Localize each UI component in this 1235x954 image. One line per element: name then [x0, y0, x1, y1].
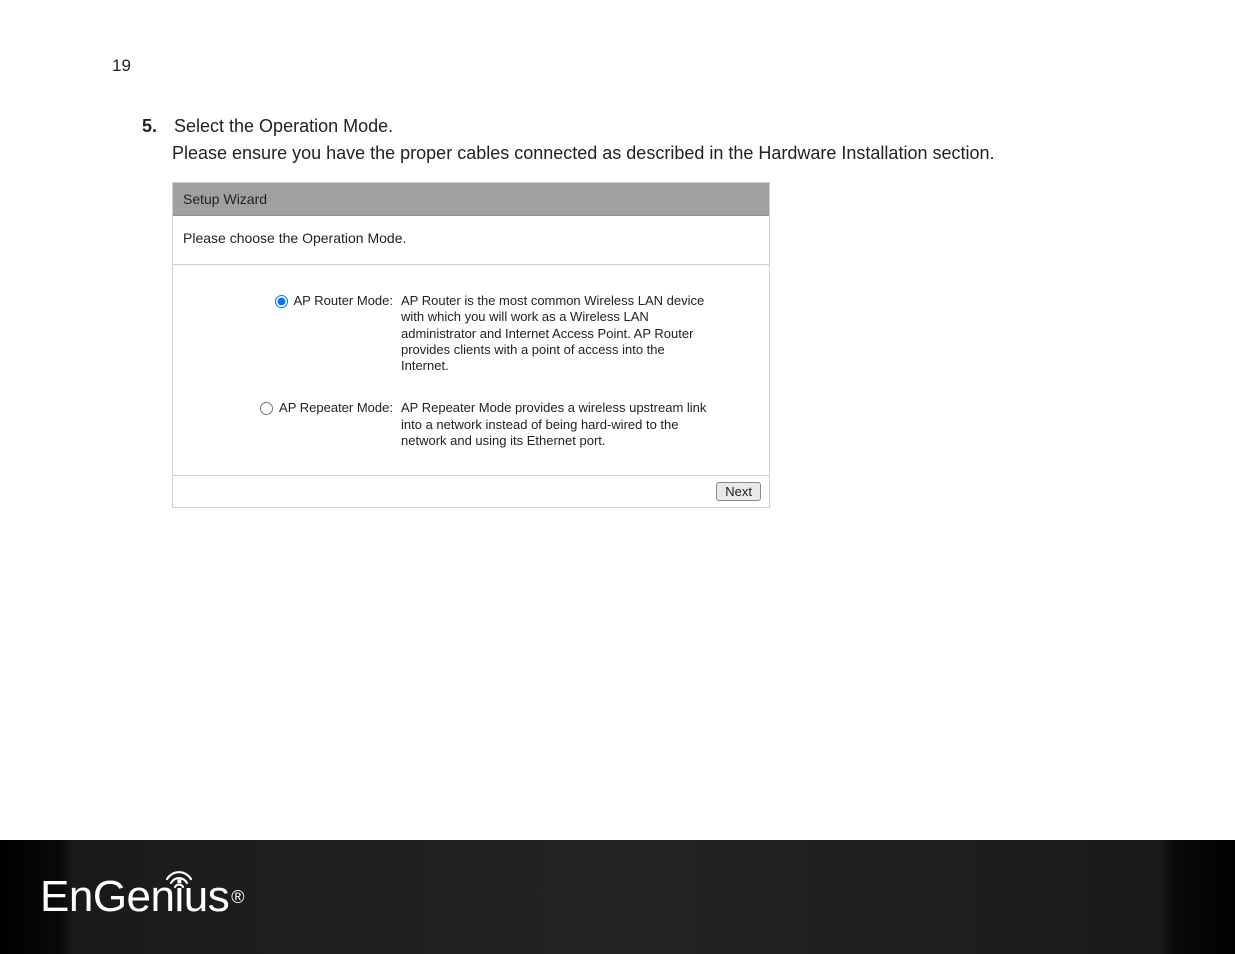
registered-mark: ® [231, 887, 244, 908]
wizard-body: AP Router Mode: AP Router is the most co… [173, 265, 769, 475]
wifi-icon [164, 850, 194, 900]
next-button[interactable]: Next [716, 482, 761, 501]
page-number: 19 [112, 56, 131, 76]
mode-option-ap-repeater: AP Repeater Mode: AP Repeater Mode provi… [183, 400, 759, 449]
mode-description-ap-router: AP Router is the most common Wireless LA… [401, 293, 711, 374]
setup-wizard-panel: Setup Wizard Please choose the Operation… [172, 182, 770, 508]
content-area: 5. Select the Operation Mode. Please ens… [142, 116, 1102, 508]
wizard-title: Setup Wizard [173, 183, 769, 216]
mode-label-ap-repeater: AP Repeater Mode: [279, 400, 393, 415]
step-number: 5. [142, 116, 162, 137]
brand-logo: EnGeni us ® [40, 872, 244, 922]
step-heading: 5. Select the Operation Mode. [142, 116, 1102, 137]
mode-option-ap-router: AP Router Mode: AP Router is the most co… [183, 293, 759, 374]
step-title: Select the Operation Mode. [174, 116, 393, 137]
radio-ap-router[interactable] [275, 295, 288, 308]
mode-label-ap-router: AP Router Mode: [294, 293, 393, 308]
step-description: Please ensure you have the proper cables… [172, 143, 1102, 164]
radio-ap-repeater[interactable] [260, 402, 273, 415]
wizard-footer: Next [173, 475, 769, 507]
mode-description-ap-repeater: AP Repeater Mode provides a wireless ups… [401, 400, 711, 449]
wizard-prompt: Please choose the Operation Mode. [173, 216, 769, 265]
page-footer: EnGeni us ® [0, 840, 1235, 954]
